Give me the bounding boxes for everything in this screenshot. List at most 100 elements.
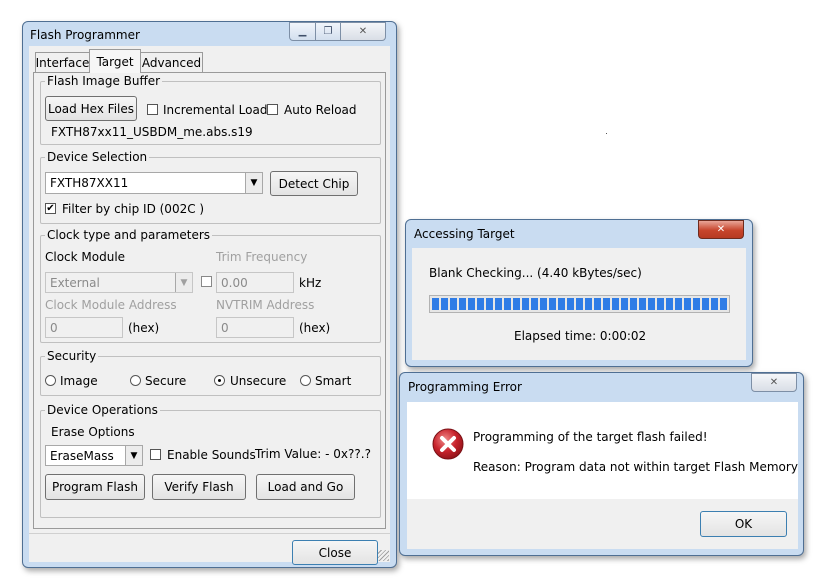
group-label: Clock type and parameters: [45, 227, 213, 243]
security-radio-image[interactable]: [45, 375, 56, 386]
close-icon: ✕: [716, 224, 726, 235]
maximize-button[interactable]: ❐: [315, 22, 341, 41]
resize-grip-icon[interactable]: [378, 550, 389, 561]
clock-module-address-input[interactable]: 0: [45, 317, 123, 338]
tab-label: Target: [96, 54, 134, 69]
clock-module-value: External: [50, 275, 100, 290]
minimize-icon: ▁: [298, 26, 307, 37]
progress-bar: [429, 295, 730, 313]
status-text: Blank Checking... (4.40 kBytes/sec): [429, 266, 642, 280]
device-selection-group: Device Selection FXTH87XX11 ▼ Detect Chi…: [40, 149, 381, 224]
window-title: Flash Programmer: [30, 28, 140, 42]
trim-frequency-input[interactable]: 0.00: [216, 272, 294, 293]
tab-label: Advanced: [141, 55, 202, 70]
clock-module-address-unit: (hex): [128, 321, 160, 335]
elapsed-time: Elapsed time: 0:00:02: [514, 329, 647, 343]
flash-image-buffer-group: Flash Image Buffer Load Hex Files Increm…: [40, 73, 381, 145]
divider: [29, 533, 390, 534]
auto-reload-label: Auto Reload: [284, 103, 357, 117]
enable-sounds-checkbox[interactable]: [150, 449, 161, 460]
security-radio-secure[interactable]: [130, 375, 141, 386]
chevron-down-icon[interactable]: ▼: [245, 173, 262, 193]
minimize-button[interactable]: ▁: [289, 22, 316, 41]
verify-flash-button[interactable]: Verify Flash: [152, 474, 246, 500]
load-and-go-button[interactable]: Load and Go: [256, 474, 355, 500]
progress-fill: [432, 298, 727, 310]
tab-panel: Flash Image Buffer Load Hex Files Increm…: [33, 72, 386, 529]
group-label: Device Operations: [45, 402, 160, 418]
security-label-image: Image: [60, 374, 98, 388]
close-icon: ✕: [358, 26, 368, 37]
auto-reload-checkbox[interactable]: [267, 104, 278, 115]
button-label: Load and Go: [267, 480, 344, 494]
nvtrim-address-input[interactable]: 0: [216, 317, 294, 338]
button-label: OK: [734, 517, 753, 531]
clock-module-label: Clock Module: [45, 250, 126, 264]
security-radio-unsecure[interactable]: [214, 375, 225, 386]
file-name: FXTH87xx11_USBDM_me.abs.s19: [51, 125, 253, 139]
tab-target[interactable]: Target: [89, 49, 141, 73]
group-label: Device Selection: [45, 149, 150, 165]
trim-value-text: Trim Value: - 0x??.?: [255, 447, 371, 461]
device-operations-group: Device Operations Erase Options EraseMas…: [40, 402, 381, 518]
button-label: Close: [318, 545, 352, 560]
window-title: Accessing Target: [414, 227, 515, 241]
button-label: Detect Chip: [278, 176, 350, 191]
stray-dot: [606, 133, 607, 134]
security-radio-smart[interactable]: [300, 375, 311, 386]
button-label: Load Hex Files: [47, 101, 135, 116]
erase-options-label: Erase Options: [51, 425, 135, 439]
clock-module-address-value: 0: [50, 320, 58, 335]
load-hex-files-button[interactable]: Load Hex Files: [45, 96, 137, 121]
clock-module-address-label: Clock Module Address: [45, 298, 177, 312]
chevron-down-icon[interactable]: ▼: [175, 273, 192, 292]
security-label-smart: Smart: [315, 374, 352, 388]
tab-label: Interface: [35, 55, 90, 70]
error-reason: Reason: Program data not within target F…: [473, 460, 798, 474]
security-group: Security Image Secure Unsecure Smart: [40, 348, 381, 396]
window-client-area: Blank Checking... (4.40 kBytes/sec) Elap…: [412, 248, 746, 360]
incremental-load-label: Incremental Load: [163, 103, 268, 117]
tab-interface[interactable]: Interface: [35, 52, 90, 72]
close-button[interactable]: ✕: [698, 220, 744, 239]
button-label: Program Flash: [52, 480, 138, 494]
group-label: Flash Image Buffer: [45, 73, 163, 89]
detect-chip-button[interactable]: Detect Chip: [270, 171, 358, 196]
filter-chip-id-label: Filter by chip ID (002C ): [62, 202, 205, 216]
trim-frequency-checkbox[interactable]: [201, 276, 212, 287]
flash-programmer-window: Flash Programmer ▁ ❐ ✕ Interface Target …: [22, 21, 397, 568]
filter-chip-id-checkbox[interactable]: ✔: [45, 203, 56, 214]
chevron-down-icon[interactable]: ▼: [125, 446, 142, 465]
close-button[interactable]: ✕: [340, 22, 386, 41]
enable-sounds-label: Enable Sounds: [167, 448, 256, 462]
security-label-unsecure: Unsecure: [230, 374, 287, 388]
trim-frequency-value: 0.00: [221, 275, 248, 290]
error-message: Programming of the target flash failed!: [473, 430, 708, 444]
close-icon: ✕: [769, 377, 779, 388]
button-label: Verify Flash: [164, 480, 234, 494]
close-button[interactable]: ✕: [751, 373, 797, 392]
tab-advanced[interactable]: Advanced: [140, 52, 203, 72]
erase-options-value: EraseMass: [50, 448, 114, 463]
program-flash-button[interactable]: Program Flash: [45, 474, 145, 500]
nvtrim-address-value: 0: [221, 320, 229, 335]
trim-frequency-unit: kHz: [299, 276, 322, 290]
incremental-load-checkbox[interactable]: [147, 104, 158, 115]
radio-selected-dot: [218, 379, 221, 382]
trim-frequency-label: Trim Frequency: [216, 250, 308, 264]
erase-options-select[interactable]: EraseMass ▼: [45, 445, 143, 466]
nvtrim-address-label: NVTRIM Address: [216, 298, 315, 312]
window-title: Programming Error: [408, 380, 522, 394]
error-icon: [432, 428, 464, 460]
close-dialog-button[interactable]: Close: [292, 540, 378, 565]
clock-module-select[interactable]: External ▼: [45, 272, 193, 293]
device-select[interactable]: FXTH87XX11 ▼: [45, 172, 263, 194]
window-client-area: Interface Target Advanced Flash Image Bu…: [29, 46, 390, 565]
group-label: Security: [45, 348, 99, 364]
button-area: OK: [407, 499, 798, 549]
message-area: Programming of the target flash failed! …: [407, 402, 798, 499]
nvtrim-address-unit: (hex): [299, 321, 331, 335]
ok-button[interactable]: OK: [700, 511, 787, 537]
clock-group: Clock type and parameters Clock Module T…: [40, 227, 381, 343]
programming-error-window: Programming Error ✕ Programming of the t…: [399, 372, 804, 556]
